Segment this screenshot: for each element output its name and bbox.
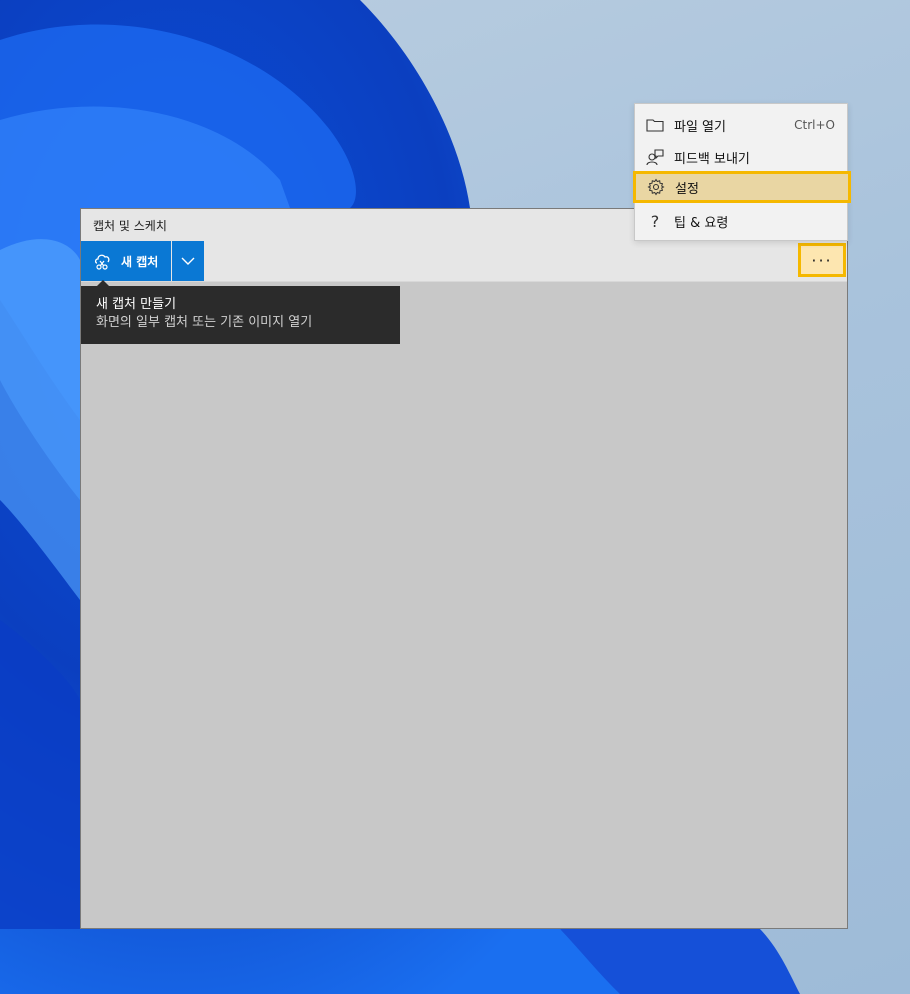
window-title: 캡처 및 스케치 [93,218,167,233]
menu-item-label: 피드백 보내기 [674,151,750,167]
chevron-down-icon [181,257,195,265]
menu-item-label: 설정 [675,181,699,197]
more-icon: ··· [811,250,833,270]
menu-item-label: 팁 & 요령 [674,215,729,231]
new-capture-button[interactable]: 새 캡처 [81,241,171,281]
menu-item-feedback[interactable]: 피드백 보내기 [635,141,847,173]
toolbar: 새 캡처 ··· [81,241,847,282]
more-options-button[interactable]: ··· [798,243,846,277]
new-capture-label: 새 캡처 [121,254,159,269]
gear-icon [647,178,665,196]
menu-item-shortcut: Ctrl+O [794,118,835,132]
capture-mode-dropdown[interactable] [172,241,204,281]
tooltip-description: 화면의 일부 캡처 또는 기존 이미지 열기 [96,315,313,330]
new-capture-tooltip: 새 캡처 만들기 화면의 일부 캡처 또는 기존 이미지 열기 [81,280,400,344]
folder-icon [646,116,664,134]
menu-item-settings[interactable]: 설정 [633,171,851,203]
menu-item-label: 파일 열기 [674,119,726,135]
canvas-area [81,282,847,928]
feedback-icon [646,148,664,166]
menu-item-tips[interactable]: ? 팁 & 요령 [635,205,847,237]
more-options-menu: 파일 열기 Ctrl+O 피드백 보내기 설정 ? 팁 & 요령 [633,103,851,241]
menu-item-open-file[interactable]: 파일 열기 Ctrl+O [635,109,847,141]
tooltip-title: 새 캡처 만들기 [96,297,177,312]
question-icon: ? [650,211,660,231]
snip-icon [93,251,113,271]
